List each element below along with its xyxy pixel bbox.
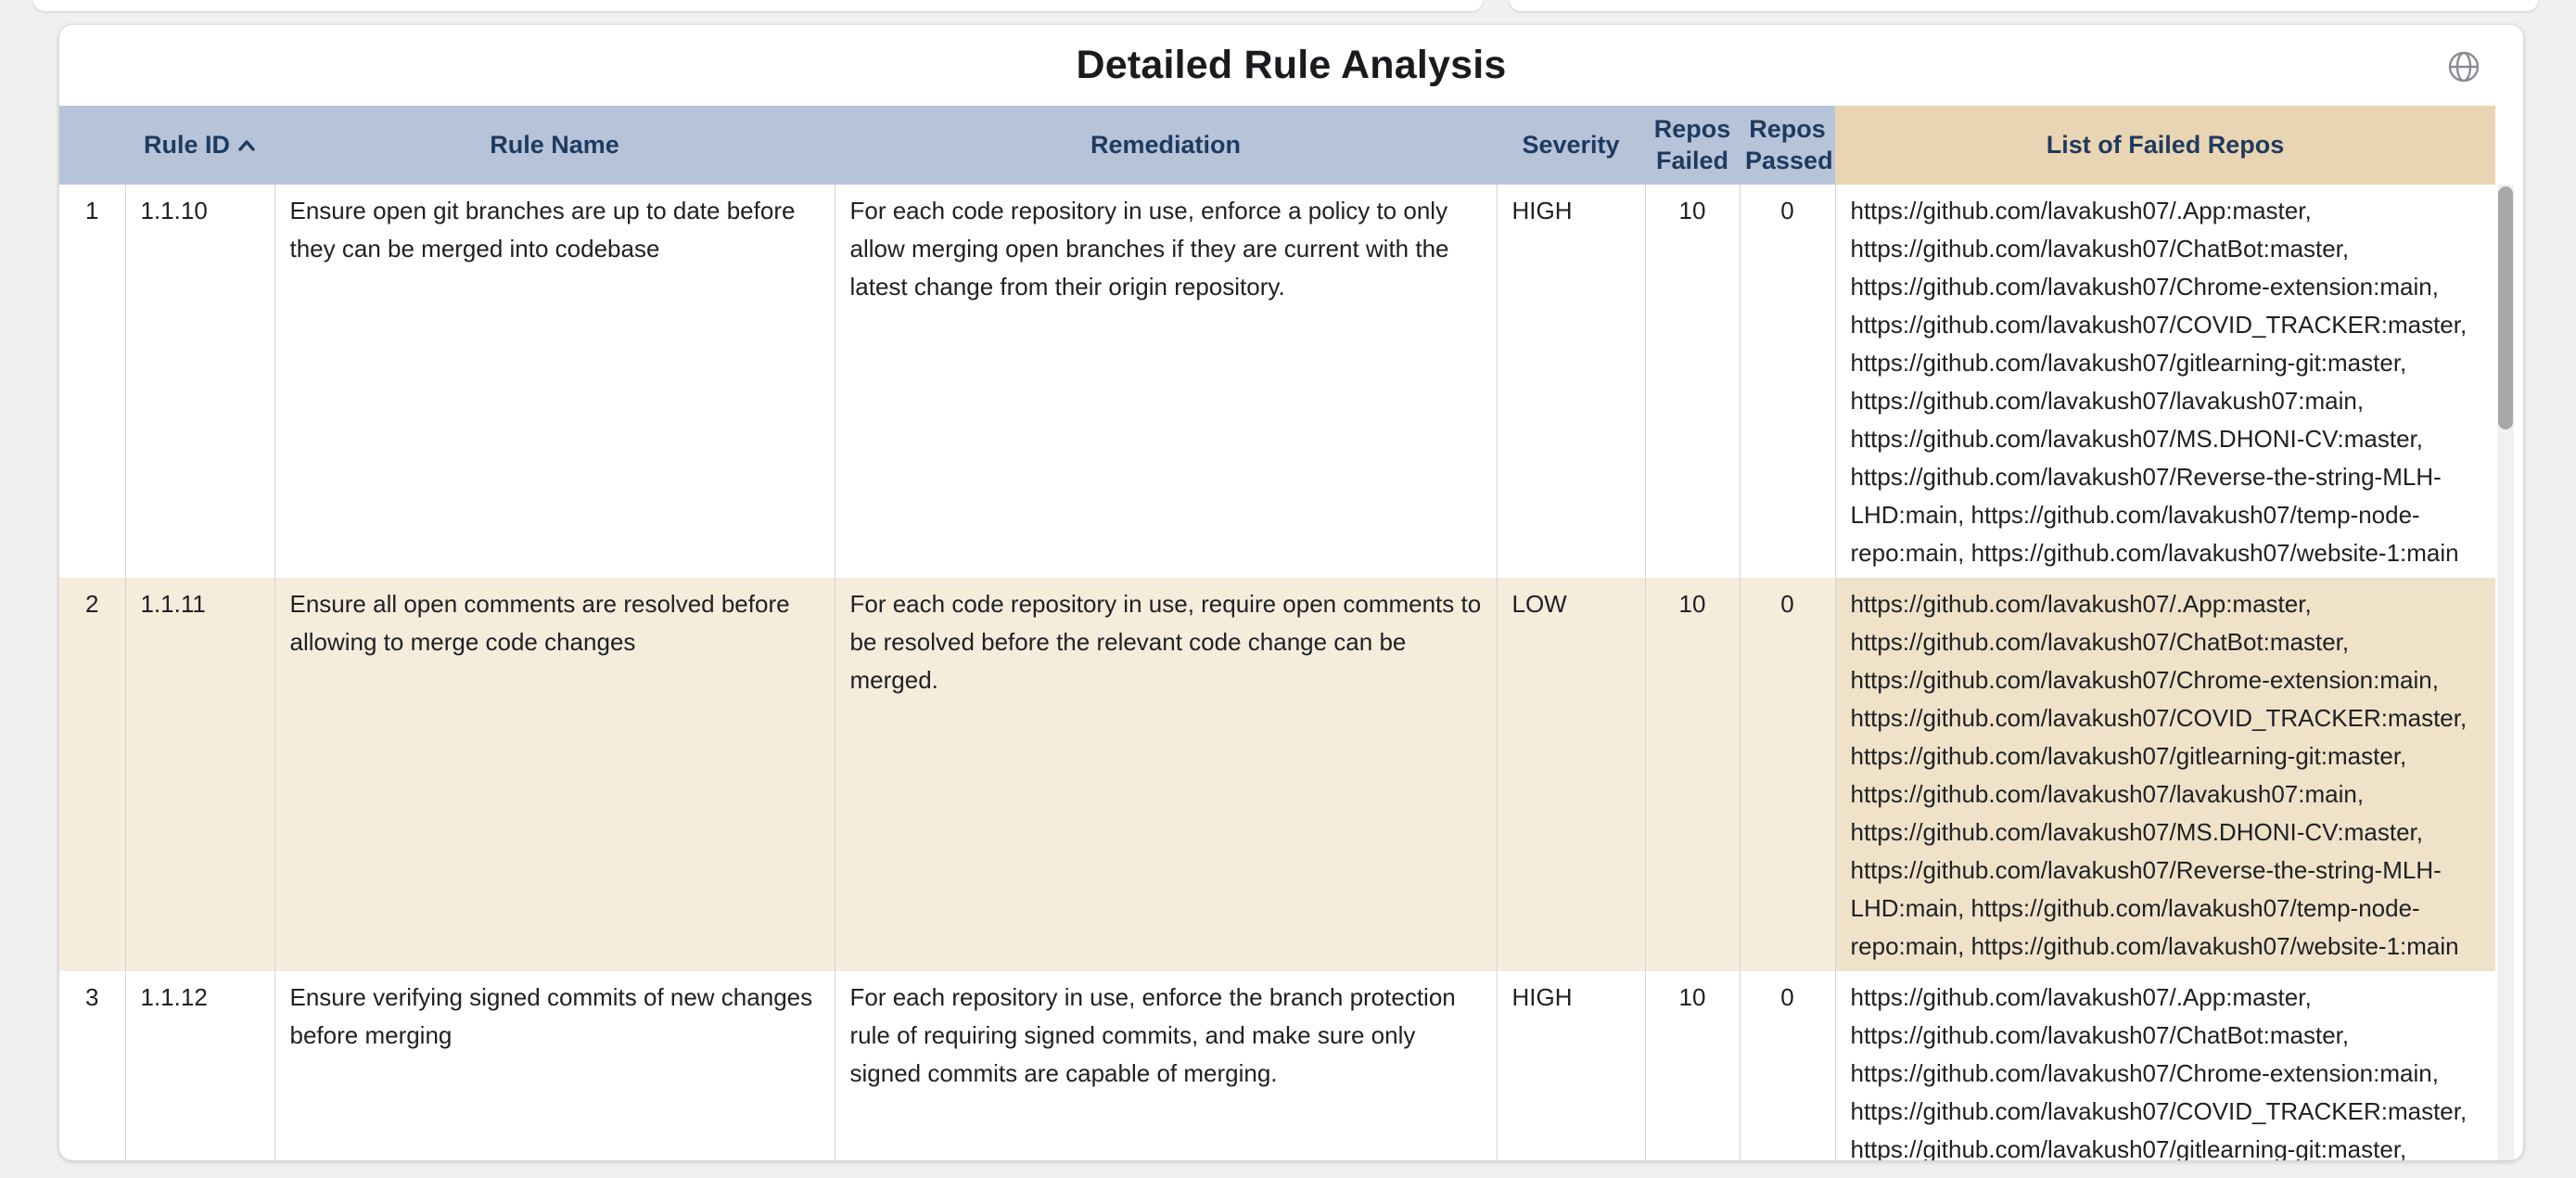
detailed-rule-analysis-card: Detailed Rule Analysis xyxy=(59,25,2523,1160)
remediation-cell: For each code repository in use, enforce… xyxy=(835,185,1497,578)
table-scroll-area: Rule ID Rule Name Remediation Severity R… xyxy=(59,106,2495,1160)
row-index-cell: 3 xyxy=(59,971,125,1160)
globe-icon[interactable] xyxy=(2445,48,2482,85)
table-row: 31.1.12Ensure verifying signed commits o… xyxy=(59,971,2495,1160)
rule-name-cell: Ensure verifying signed commits of new c… xyxy=(274,971,835,1160)
card-header: Detailed Rule Analysis xyxy=(59,25,2523,106)
failed-repos-column-header[interactable]: List of Failed Repos xyxy=(1835,106,2495,185)
rule-name-cell: Ensure open git branches are up to date … xyxy=(274,185,835,578)
severity-column-header[interactable]: Severity xyxy=(1497,106,1645,185)
repos-passed-cell: 0 xyxy=(1740,578,1835,971)
detailed-rule-table: Rule ID Rule Name Remediation Severity R… xyxy=(59,106,2495,1160)
repos-failed-cell: 10 xyxy=(1645,185,1740,578)
repos-passed-cell: 0 xyxy=(1740,185,1835,578)
rule-id-cell: 1.1.10 xyxy=(125,185,274,578)
failed-repos-cell: https://github.com/lavakush07/.App:maste… xyxy=(1835,971,2495,1160)
severity-cell: LOW xyxy=(1497,578,1645,971)
table-header-row: Rule ID Rule Name Remediation Severity R… xyxy=(59,106,2495,185)
repos-failed-column-header[interactable]: Repos Failed xyxy=(1645,106,1740,185)
repos-passed-column-header[interactable]: Repos Passed xyxy=(1740,106,1835,185)
row-index-cell: 1 xyxy=(59,185,125,578)
severity-cell: HIGH xyxy=(1497,185,1645,578)
scrollbar-thumb[interactable] xyxy=(2498,186,2513,429)
rule-id-header-label: Rule ID xyxy=(144,131,230,159)
rule-id-cell: 1.1.12 xyxy=(125,971,274,1160)
top-card-right xyxy=(1510,0,2538,11)
table-row: 11.1.10Ensure open git branches are up t… xyxy=(59,185,2495,578)
index-column-header xyxy=(59,106,125,185)
rule-name-column-header[interactable]: Rule Name xyxy=(274,106,835,185)
rule-id-column-header[interactable]: Rule ID xyxy=(125,106,274,185)
repos-failed-cell: 10 xyxy=(1645,971,1740,1160)
repos-passed-cell: 0 xyxy=(1740,971,1835,1160)
top-card-left xyxy=(33,0,1483,11)
remediation-cell: For each code repository in use, require… xyxy=(835,578,1497,971)
sort-ascending-icon xyxy=(237,139,256,151)
remediation-column-header[interactable]: Remediation xyxy=(835,106,1497,185)
row-index-cell: 2 xyxy=(59,578,125,971)
failed-repos-cell: https://github.com/lavakush07/.App:maste… xyxy=(1835,185,2495,578)
rule-table-body: 11.1.10Ensure open git branches are up t… xyxy=(59,185,2495,1160)
rule-name-cell: Ensure all open comments are resolved be… xyxy=(274,578,835,971)
failed-repos-cell: https://github.com/lavakush07/.App:maste… xyxy=(1835,578,2495,971)
repos-failed-cell: 10 xyxy=(1645,578,1740,971)
page-title: Detailed Rule Analysis xyxy=(1076,43,1506,88)
table-row: 21.1.11Ensure all open comments are reso… xyxy=(59,578,2495,971)
rule-id-cell: 1.1.11 xyxy=(125,578,274,971)
remediation-cell: For each repository in use, enforce the … xyxy=(835,971,1497,1160)
vertical-scrollbar[interactable] xyxy=(2497,185,2514,1160)
severity-cell: HIGH xyxy=(1497,971,1645,1160)
